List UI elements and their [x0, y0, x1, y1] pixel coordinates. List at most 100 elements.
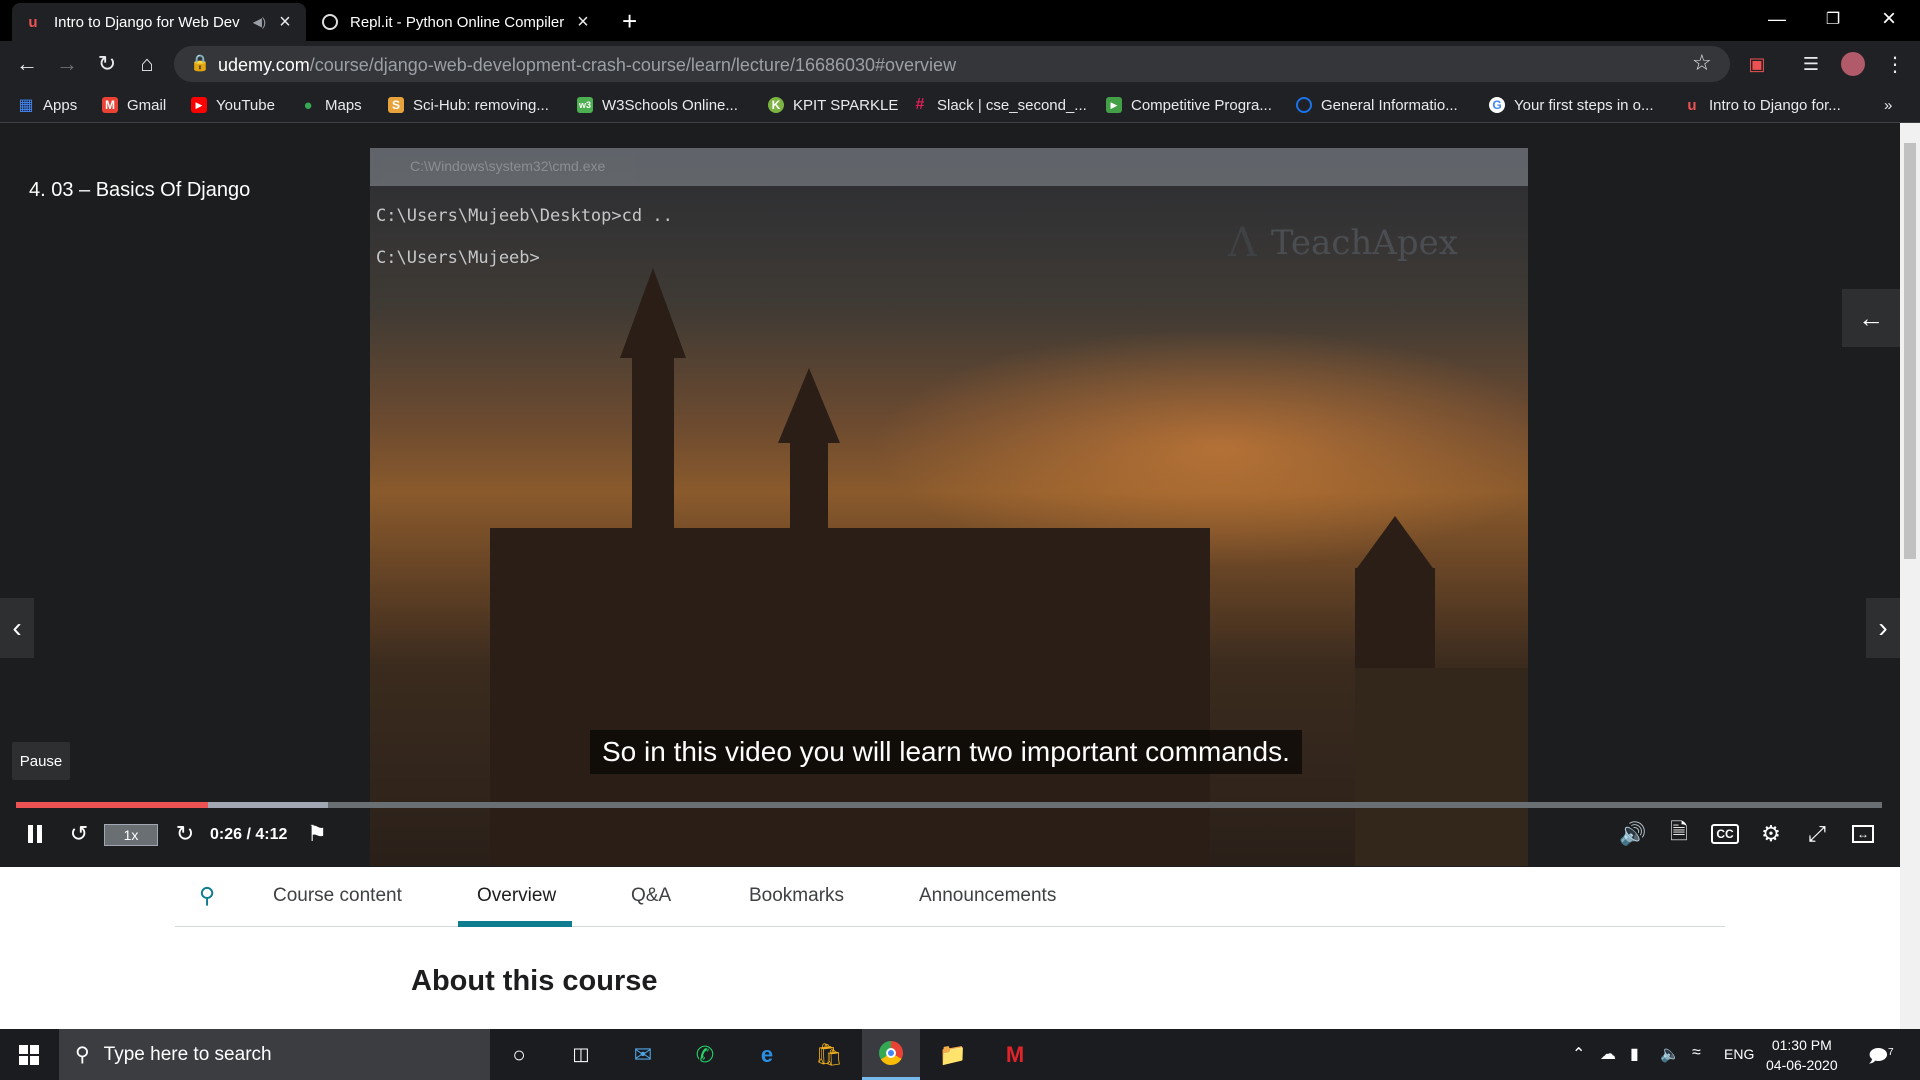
volume-icon[interactable]: 🔈 — [1660, 1044, 1680, 1064]
search-icon: ⚲ — [75, 1044, 90, 1066]
transcript-button[interactable]: 🗎 — [1662, 816, 1696, 852]
minimize-icon[interactable]: — — [1750, 0, 1804, 38]
scroll-thumb[interactable] — [1904, 143, 1916, 559]
volume-button[interactable]: 🔊 — [1616, 816, 1650, 852]
bookmark-gmail[interactable]: M Gmail — [102, 94, 166, 116]
browser-tab-strip: u Intro to Django for Web Dev ◀) × Repl.… — [0, 0, 1920, 41]
close-window-icon[interactable]: × — [1862, 0, 1916, 38]
castle-hill — [1355, 668, 1528, 866]
bookmark-kpit[interactable]: K KPIT SPARKLE — [768, 94, 898, 116]
expand-sidebar-button[interactable]: ← — [1842, 289, 1900, 347]
scihub-icon: S — [388, 97, 404, 113]
bookmark-w3schools[interactable]: w3 W3Schools Online... — [577, 94, 738, 116]
url-text: udemy.com/course/django-web-development-… — [218, 55, 957, 75]
w3schools-icon: w3 — [577, 97, 593, 113]
chrome-icon[interactable] — [862, 1029, 920, 1080]
cp-icon: ▶ — [1106, 97, 1122, 113]
forward-icon[interactable]: → — [52, 49, 82, 79]
cmd-line-2: C:\Users\Mujeeb> — [376, 248, 540, 268]
mail-icon[interactable]: ✉ — [614, 1029, 672, 1080]
bookmark-first-steps[interactable]: G Your first steps in o... — [1489, 94, 1654, 116]
media-control-icon[interactable]: ☰ — [1796, 49, 1826, 79]
store-icon[interactable]: 🛍 — [800, 1029, 858, 1080]
close-tab-icon[interactable]: × — [276, 11, 294, 34]
tab-bookmarks[interactable]: Bookmarks — [749, 885, 844, 907]
tab-qa[interactable]: Q&A — [631, 885, 671, 907]
task-view-icon[interactable]: ◫ — [552, 1029, 610, 1080]
close-tab-icon[interactable]: × — [574, 11, 592, 34]
search-icon[interactable]: ⚲ — [199, 883, 215, 909]
previous-lecture-button[interactable]: ‹ — [0, 598, 34, 658]
course-player-page: 4. 03 – Basics Of Django C:\Windows\syst… — [0, 123, 1920, 1029]
battery-icon[interactable]: ▮ — [1630, 1044, 1639, 1064]
tab-overview[interactable]: Overview — [477, 885, 556, 907]
teachapex-watermark: Λ TeachApex — [1228, 220, 1458, 266]
tab-course-content[interactable]: Course content — [273, 885, 402, 907]
maps-pin-icon: ● — [303, 96, 313, 114]
forward-button[interactable]: ↻ — [168, 816, 202, 852]
time-display: 0:26 / 4:12 — [210, 826, 288, 843]
whatsapp-icon[interactable]: ✆ — [676, 1029, 734, 1080]
progress-bar[interactable] — [16, 802, 1882, 808]
fullscreen-button[interactable]: ⤢ — [1800, 816, 1834, 852]
restore-icon[interactable]: ❐ — [1806, 0, 1860, 38]
star-icon[interactable]: ☆ — [1692, 50, 1712, 76]
theater-mode-button[interactable]: ↔ — [1846, 816, 1880, 852]
show-hidden-icons[interactable]: ⌃ — [1572, 1044, 1585, 1064]
progress-played — [16, 802, 209, 808]
browser-toolbar: ← → ↻ ⌂ 🔒 udemy.com/course/django-web-de… — [0, 41, 1920, 87]
menu-icon[interactable]: ⋮ — [1880, 49, 1910, 79]
back-icon[interactable]: ← — [12, 49, 42, 79]
captions-button[interactable]: CC — [1708, 816, 1742, 852]
forward-5-icon: ↻ — [175, 821, 195, 846]
settings-button[interactable]: ⚙ — [1754, 816, 1788, 852]
volume-icon: 🔊 — [1619, 821, 1647, 846]
lecture-title: 4. 03 – Basics Of Django — [29, 179, 251, 201]
next-lecture-button[interactable]: › — [1866, 598, 1900, 658]
reload-icon[interactable]: ↻ — [92, 49, 122, 79]
tab-title: Repl.it - Python Online Compiler — [350, 13, 565, 31]
mcafee-icon[interactable]: M — [986, 1029, 1044, 1080]
rewind-button[interactable]: ↺ — [62, 816, 96, 852]
notifications-icon[interactable]: 🗩7 — [1868, 1044, 1894, 1074]
home-icon[interactable]: ⌂ — [132, 49, 162, 79]
wifi-icon[interactable]: ≈ — [1692, 1044, 1701, 1062]
language-indicator[interactable]: ENG — [1724, 1046, 1754, 1062]
add-bookmark-button[interactable]: ⚑ — [300, 816, 334, 852]
bookmark-youtube[interactable]: ▶ YouTube — [191, 94, 275, 116]
edge-icon[interactable]: e — [738, 1029, 796, 1080]
tab-udemy[interactable]: u Intro to Django for Web Dev ◀) × — [12, 3, 306, 41]
bookmarks-bar: ▦ Apps M Gmail ▶ YouTube ● Maps S Sci-Hub: re… — [0, 87, 1920, 123]
cc-icon: CC — [1711, 824, 1739, 844]
pause-button[interactable] — [18, 816, 52, 852]
bookmark-intro-django[interactable]: u Intro to Django for... — [1684, 94, 1840, 116]
video-player[interactable]: C:\Windows\system32\cmd.exe C:\Users\Muj… — [370, 148, 1528, 866]
address-bar[interactable]: 🔒 udemy.com/course/django-web-developmen… — [174, 46, 1730, 82]
expand-icon: ⤢ — [1808, 821, 1826, 846]
castle-spire — [1355, 516, 1435, 571]
start-button[interactable] — [0, 1029, 58, 1080]
bookmark-competitive[interactable]: ▶ Competitive Progra... — [1106, 94, 1272, 116]
playback-speed-button[interactable]: 1x — [104, 824, 158, 846]
cortana-icon[interactable]: ○ — [490, 1029, 548, 1080]
chevron-left-icon: ‹ — [12, 612, 22, 643]
page-scrollbar[interactable] — [1900, 123, 1920, 1029]
bookmark-slack[interactable]: # Slack | cse_second_... — [912, 94, 1087, 116]
bookmark-general[interactable]: General Informatio... — [1296, 94, 1458, 116]
gear-icon: ⚙ — [1761, 821, 1781, 846]
bookmark-scihub[interactable]: S Sci-Hub: removing... — [388, 94, 549, 116]
bookmark-maps[interactable]: ● Maps — [300, 94, 361, 116]
youtube-icon: ▶ — [191, 97, 207, 113]
file-explorer-icon[interactable]: 📁 — [924, 1029, 982, 1080]
bookmarks-more[interactable]: » — [1884, 94, 1892, 116]
onedrive-icon[interactable]: ☁ — [1600, 1044, 1616, 1064]
new-tab-button[interactable]: + — [622, 6, 637, 37]
taskbar-search[interactable]: ⚲ Type here to search — [59, 1029, 490, 1080]
profile-avatar[interactable] — [1838, 49, 1868, 79]
clock[interactable]: 01:30 PM 04-06-2020 — [1766, 1035, 1838, 1075]
bookmark-apps[interactable]: ▦ Apps — [18, 94, 77, 116]
pocket-icon[interactable]: ▣ — [1742, 49, 1772, 79]
replit-icon — [322, 14, 338, 30]
tab-replit[interactable]: Repl.it - Python Online Compiler × — [310, 3, 604, 41]
tab-announcements[interactable]: Announcements — [919, 885, 1056, 907]
